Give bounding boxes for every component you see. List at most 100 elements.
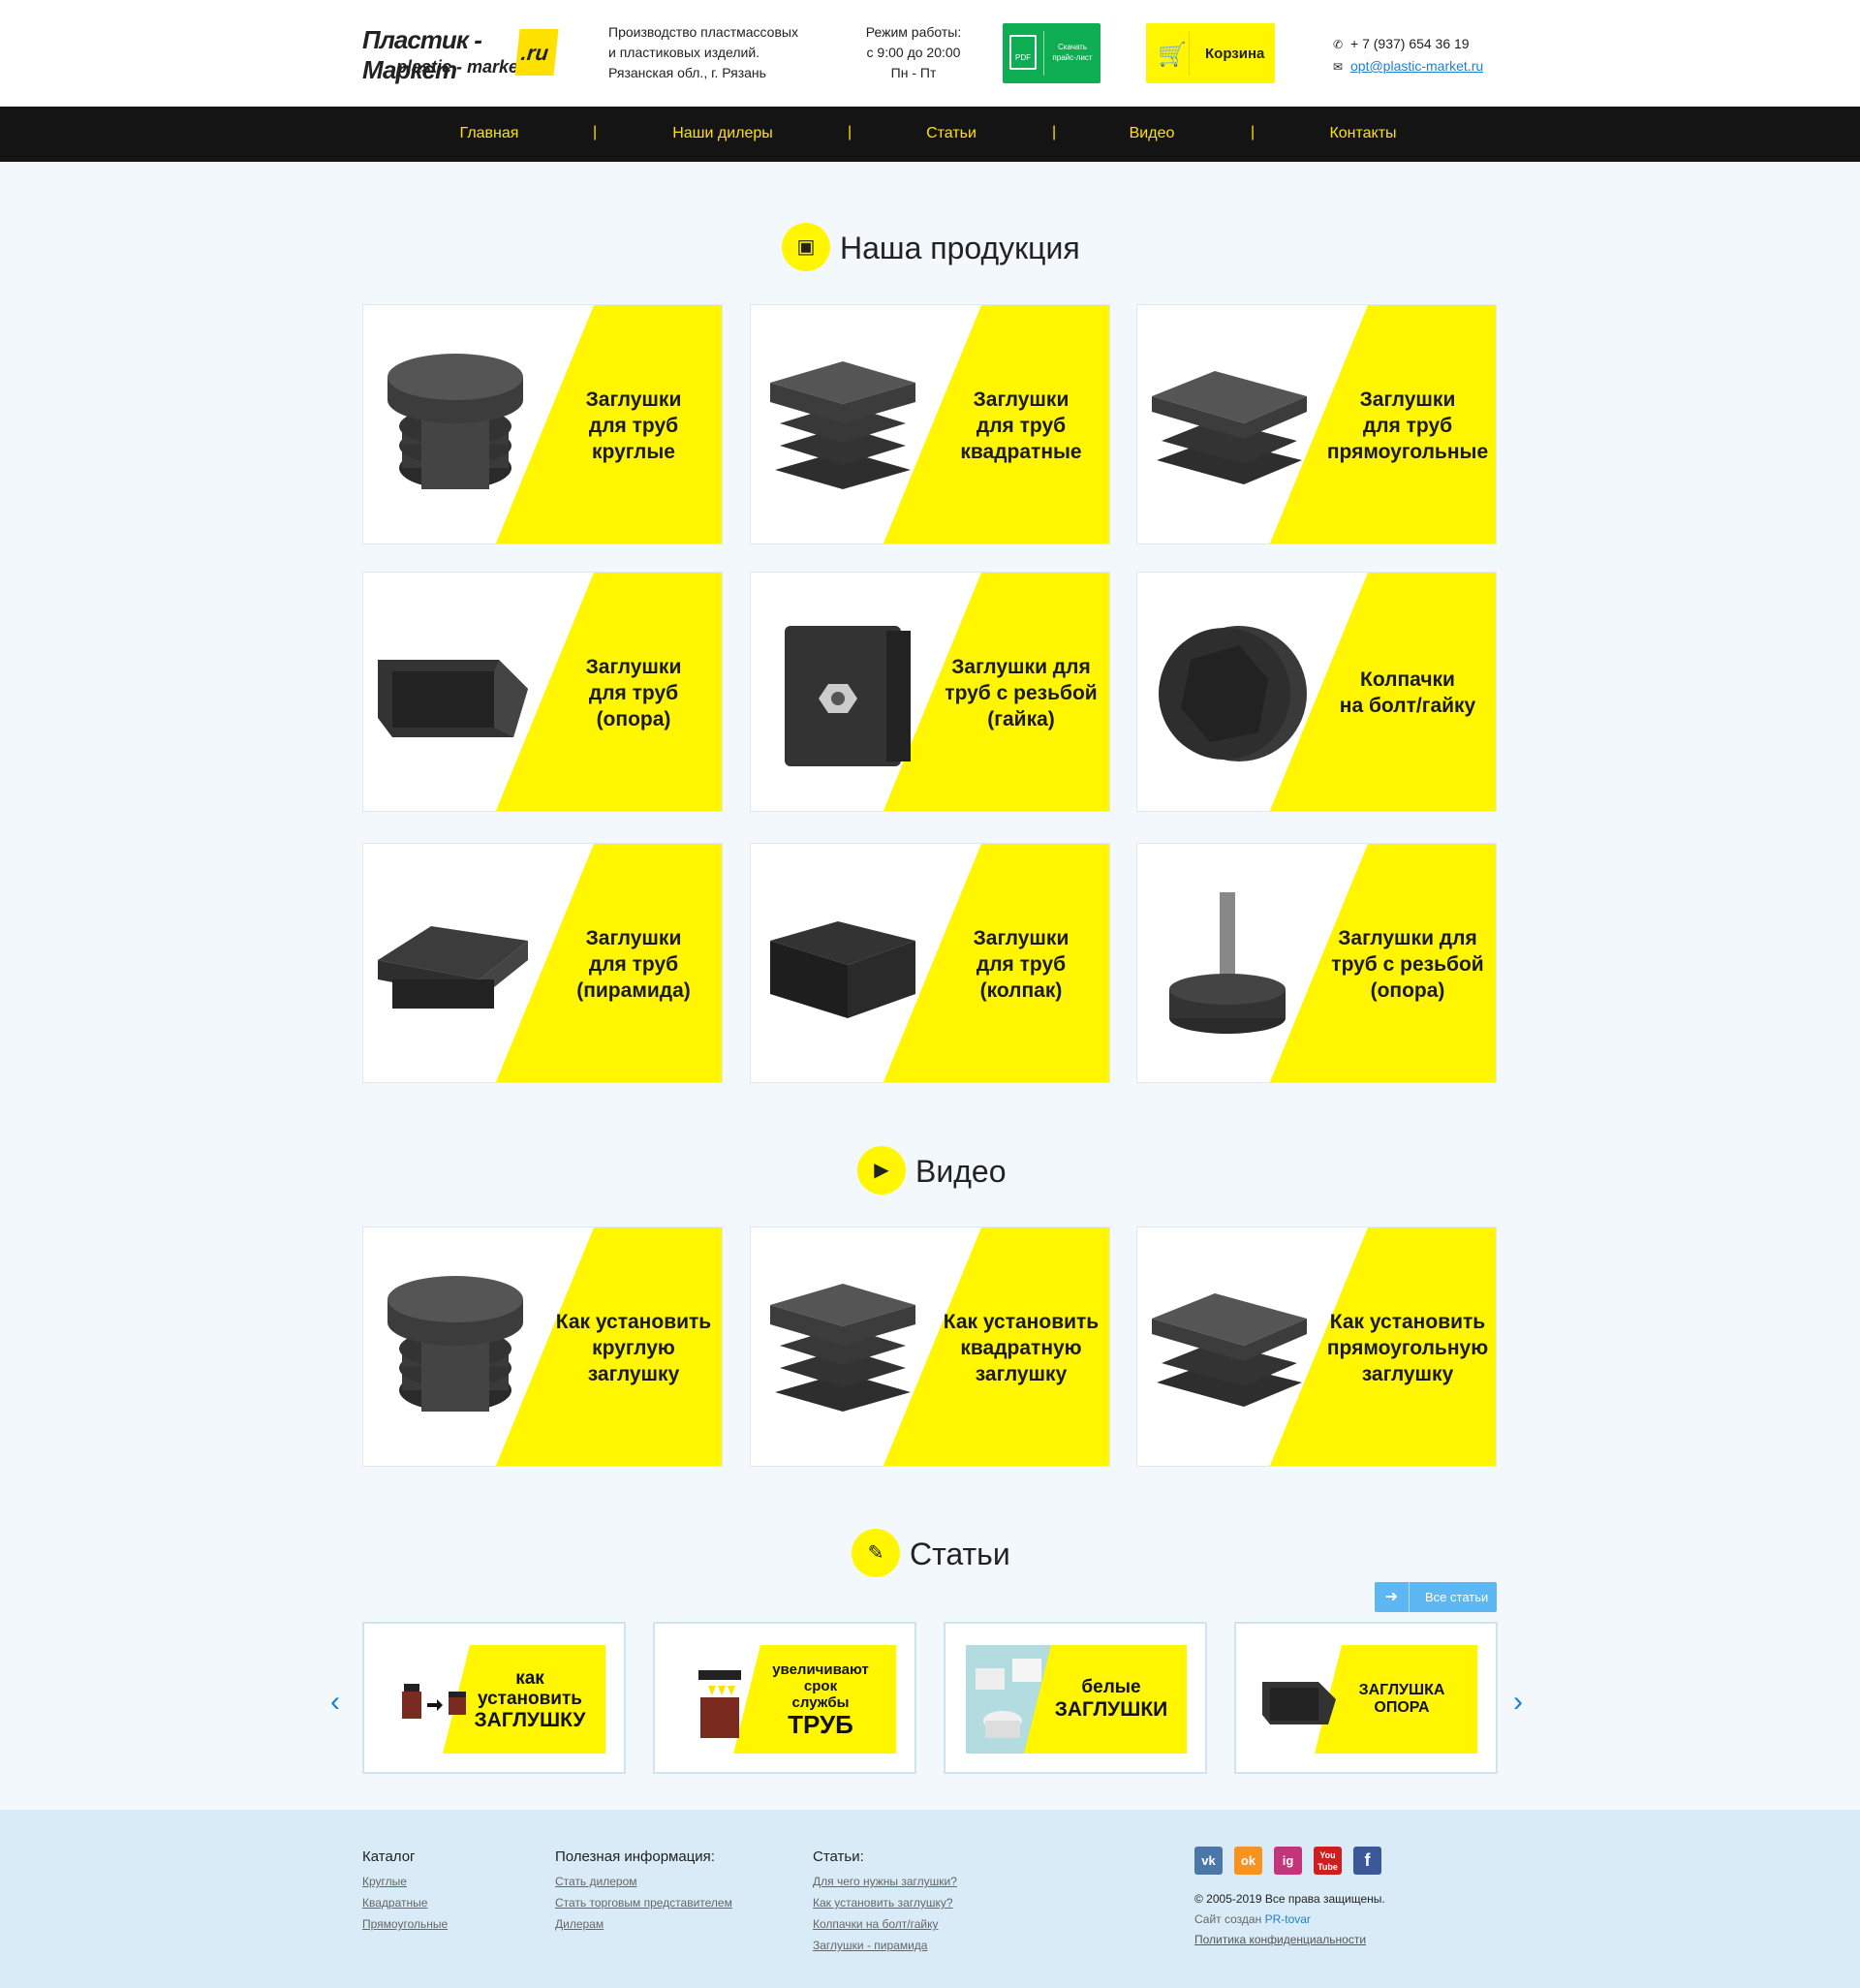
install-illustration (402, 1684, 466, 1719)
working-hours: Режим работы: с 9:00 до 20:00 Пн - Пт (854, 22, 973, 83)
product-label: Заглушки для труб с резьбой (гайка) (945, 655, 1098, 730)
square-plug-image (770, 1284, 915, 1412)
hours-line: с 9:00 до 20:00 (866, 45, 961, 60)
article-banner-text: белые ЗАГЛУШКИ (1054, 1677, 1168, 1721)
footer-link[interactable]: Заглушки - пирамида (813, 1935, 957, 1956)
label-line: прайс-лист (1052, 53, 1093, 62)
products-title: Наша продукция (840, 231, 1080, 265)
label-line: Скачать (1058, 43, 1087, 51)
product-label: Заглушки для труб квадратные (960, 388, 1082, 463)
footer-link[interactable]: Стать торговым представителем (555, 1892, 732, 1913)
created-by-text: Сайт создан (1194, 1912, 1262, 1926)
article-icon: ✎ (852, 1529, 900, 1577)
instagram-icon[interactable]: ig (1274, 1847, 1302, 1875)
article-banner-text: как установить ЗАГЛУШКУ (474, 1667, 586, 1731)
article-card[interactable]: белые ЗАГЛУШКИ (944, 1622, 1207, 1774)
nav-separator: | (1251, 124, 1256, 140)
chevron-right-icon[interactable]: › (1513, 1686, 1523, 1719)
product-card-cap-square[interactable]: Заглушки для труб (колпак) (750, 843, 1110, 1083)
privacy-policy-link[interactable]: Политика конфиденциальности (1194, 1930, 1385, 1950)
copyright-text: © 2005-2019 Все права защищены. (1194, 1892, 1385, 1906)
nut-plug-image (785, 626, 911, 766)
product-card-cap[interactable]: Колпачки на болт/гайку (1136, 572, 1497, 812)
nav-item-home[interactable]: Главная (460, 125, 519, 142)
footer-link[interactable]: Для чего нужны заглушки? (813, 1871, 957, 1892)
nav-item-dealers[interactable]: Наши дилеры (672, 125, 773, 142)
logo[interactable]: Пластик - Маркет plastic - market .ru (362, 25, 559, 84)
footer-link[interactable]: Дилерам (555, 1913, 732, 1935)
article-banner-text: увеличивают срок службы ТРУБ (772, 1661, 869, 1739)
footer-link[interactable]: Колпачки на болт/гайку (813, 1913, 957, 1935)
production-line: Рязанская обл., г. Рязань (608, 65, 766, 80)
odnoklassniki-icon[interactable]: ok (1234, 1847, 1262, 1875)
all-articles-button[interactable]: ➜ Все статьи (1375, 1582, 1497, 1612)
divider (1043, 31, 1044, 76)
footer-catalog: Каталог Круглые Квадратные Прямоугольные (362, 1847, 448, 1935)
contacts: ✆ + 7 (937) 654 36 19 ✉ opt@plastic-market… (1333, 33, 1483, 78)
production-info: Производство пластмассовых и пластиковых… (608, 22, 831, 83)
video-card-rect[interactable]: Как установить прямоугольную заглушку (1136, 1227, 1497, 1467)
white-plugs-illustration (976, 1659, 1041, 1738)
cap-image (1159, 626, 1307, 761)
pr-tovar-link[interactable]: PR-tovar (1265, 1912, 1311, 1926)
pyramid-plug-image (378, 926, 528, 1009)
articles-title: Статьи (910, 1537, 1010, 1571)
site-header: Пластик - Маркет plastic - market .ru Пр… (0, 0, 1860, 107)
article-banner-text: ЗАГЛУШКА ОПОРА (1358, 1682, 1445, 1716)
footer-catalog-title: Каталог (362, 1848, 416, 1865)
round-plug-image (388, 1276, 523, 1412)
download-price-label: Скачать прайс-лист (1046, 42, 1099, 63)
divider (1189, 31, 1190, 76)
footer-articles-title: Статьи: (813, 1848, 864, 1865)
threaded-support-image (1169, 892, 1286, 1034)
footer-link[interactable]: Стать дилером (555, 1871, 732, 1892)
product-card-threaded-support[interactable]: Заглушки для труб с резьбой (опора) (1136, 843, 1497, 1083)
footer-link[interactable]: Как установить заглушку? (813, 1892, 957, 1913)
video-title: Видео (915, 1154, 1007, 1189)
main-nav: Главная | Наши дилеры | Статьи | Видео |… (0, 107, 1860, 162)
play-icon: ▶ (857, 1146, 906, 1195)
pdf-icon: PDF (1009, 35, 1037, 70)
footer-link[interactable]: Прямоугольные (362, 1913, 448, 1935)
logo-subtitle: plastic - market (396, 57, 525, 77)
product-card-nut[interactable]: Заглушки для труб с резьбой (гайка) (750, 572, 1110, 812)
support-plug-image (378, 660, 528, 737)
mail-icon: ✉ (1333, 60, 1344, 74)
hours-line: Пн - Пт (890, 65, 937, 80)
support-plug-illustration (1262, 1682, 1336, 1724)
all-articles-label: Все статьи (1425, 1590, 1489, 1604)
cart-label: Корзина (1205, 46, 1265, 62)
footer-articles: Статьи: Для чего нужны заглушки? Как уст… (813, 1847, 957, 1956)
product-label: Заглушки для труб круглые (585, 388, 682, 463)
video-card-square[interactable]: Как установить квадратную заглушку (750, 1227, 1110, 1467)
nav-item-contacts[interactable]: Контакты (1329, 125, 1396, 142)
video-card-round[interactable]: Как установить круглую заглушку (362, 1227, 723, 1467)
nav-separator: | (1052, 124, 1057, 140)
product-card-support[interactable]: Заглушки для труб (опора) (362, 572, 723, 812)
product-card-rect[interactable]: Заглушки для труб прямоугольные (1136, 304, 1497, 544)
footer-link[interactable]: Круглые (362, 1871, 448, 1892)
download-price-button[interactable]: PDF Скачать прайс-лист (1003, 23, 1100, 83)
article-card[interactable]: как установить ЗАГЛУШКУ (362, 1622, 626, 1774)
footer-copyright: © 2005-2019 Все права защищены. Сайт соз… (1194, 1889, 1385, 1950)
product-card-round[interactable]: Заглушки для труб круглые (362, 304, 723, 544)
chevron-left-icon[interactable]: ‹ (330, 1686, 340, 1719)
product-label: Заглушки для труб прямоугольные (1326, 388, 1489, 463)
cart-icon: 🛒 (1158, 42, 1187, 68)
article-card[interactable]: ЗАГЛУШКА ОПОРА (1234, 1622, 1498, 1774)
phone-number[interactable]: + 7 (937) 654 36 19 (1350, 36, 1470, 51)
article-card[interactable]: увеличивают срок службы ТРУБ (653, 1622, 916, 1774)
facebook-icon[interactable]: f (1353, 1847, 1381, 1875)
product-card-pyramid[interactable]: Заглушки для труб (пирамида) (362, 843, 723, 1083)
nav-separator: | (848, 124, 852, 140)
round-plug-image (388, 354, 523, 489)
product-card-square[interactable]: Заглушки для труб квадратные (750, 304, 1110, 544)
email-link[interactable]: opt@plastic-market.ru (1350, 58, 1483, 74)
footer-link[interactable]: Квадратные (362, 1892, 448, 1913)
youtube-icon[interactable]: You Tube (1314, 1847, 1342, 1875)
cart-button[interactable]: 🛒 Корзина (1146, 23, 1275, 83)
nav-item-video[interactable]: Видео (1130, 125, 1175, 142)
rect-plug-image (1152, 371, 1307, 484)
nav-item-articles[interactable]: Статьи (926, 125, 976, 142)
vk-icon[interactable]: vk (1194, 1847, 1223, 1875)
